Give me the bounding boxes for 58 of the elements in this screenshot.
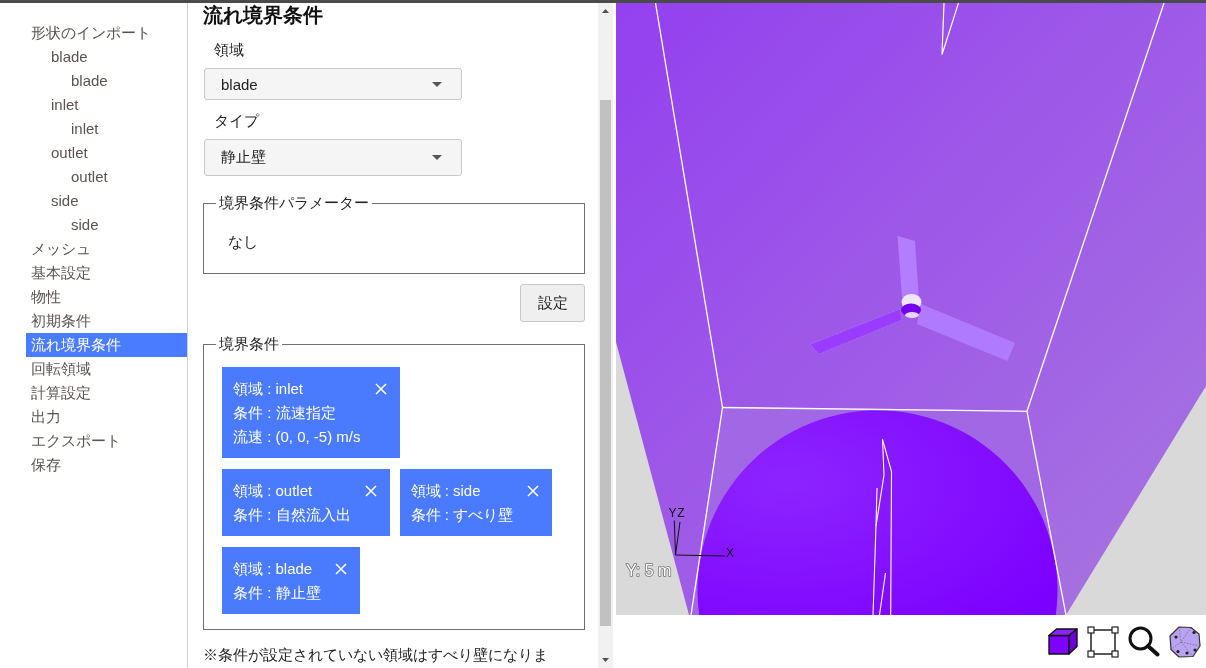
- axis-label: X: [726, 546, 734, 560]
- sidebar-item[interactable]: メッシュ: [26, 237, 187, 261]
- sidebar-item[interactable]: inlet: [26, 93, 187, 117]
- type-select[interactable]: 静止壁: [204, 139, 462, 176]
- field-label: 領域: [213, 40, 244, 60]
- sidebar-item[interactable]: blade: [26, 69, 187, 93]
- mesh-line: [941, 3, 960, 56]
- sidebar-item[interactable]: inlet: [26, 117, 187, 141]
- condition-text: 領域 : blade: [233, 559, 314, 579]
- sidebar-item[interactable]: blade: [26, 45, 187, 69]
- bounding-box-icon[interactable]: [1087, 625, 1119, 658]
- close-icon[interactable]: [527, 485, 540, 497]
- sidebar-item[interactable]: 形状のインポート: [26, 21, 187, 45]
- sidebar-item[interactable]: side: [26, 213, 187, 237]
- axes-icon: [673, 520, 726, 557]
- parameters-text: なし: [228, 232, 258, 252]
- condition-text: 領域 : side: [410, 481, 482, 501]
- sidebar-item[interactable]: outlet: [26, 165, 187, 189]
- scroll-down-icon[interactable]: [602, 658, 609, 662]
- axis-label: Y: [668, 506, 677, 520]
- condition-text: 条件 : 静止壁: [233, 583, 321, 603]
- note-text: ※条件が設定されていない領域はすべり壁になりま: [203, 645, 548, 665]
- condition-text: 条件 : 流速指定: [233, 403, 337, 423]
- sidebar-item[interactable]: 保存: [26, 453, 187, 477]
- sidebar-item[interactable]: 初期条件: [26, 309, 187, 333]
- sidebar-item[interactable]: 基本設定: [26, 261, 187, 285]
- scrollbar-thumb[interactable]: [600, 100, 611, 626]
- caret-icon: [432, 81, 442, 87]
- polyhedron-icon[interactable]: [1169, 625, 1201, 658]
- axis-label: Z: [677, 506, 685, 520]
- condition-text: 領域 : inlet: [233, 379, 305, 399]
- sidebar-item[interactable]: 回転領域: [26, 357, 187, 381]
- condition-text: 領域 : outlet: [233, 481, 314, 501]
- sidebar-item[interactable]: 物性: [26, 285, 187, 309]
- condition-text: 流速 : (0, 0, -5) m/s: [233, 427, 361, 447]
- search-icon[interactable]: [1128, 626, 1160, 657]
- close-icon[interactable]: [374, 383, 387, 395]
- condition-text: 条件 : すべり壁: [410, 505, 514, 525]
- scale-label: Y: 5 m: [626, 561, 672, 579]
- page-title: 流れ境界条件: [203, 3, 323, 27]
- cube-icon[interactable]: [1048, 628, 1078, 655]
- sidebar-item[interactable]: 計算設定: [26, 381, 187, 405]
- group-legend: 境界条件パラメーター: [216, 191, 372, 215]
- condition-text: 条件 : 自然流入出: [233, 505, 351, 525]
- close-icon[interactable]: [334, 563, 347, 575]
- sidebar-item[interactable]: side: [26, 189, 187, 213]
- 3d-viewport[interactable]: YZ X Y: 5 m: [616, 3, 1206, 615]
- group-legend: 境界条件: [216, 332, 282, 356]
- set-button[interactable]: 設定: [520, 284, 585, 322]
- scroll-up-icon[interactable]: [602, 9, 609, 13]
- region-select[interactable]: blade: [204, 68, 462, 100]
- sidebar-item[interactable]: outlet: [26, 141, 187, 165]
- field-label: タイプ: [213, 111, 259, 131]
- sidebar-item[interactable]: エクスポート: [26, 429, 187, 453]
- sidebar-item[interactable]: 流れ境界条件: [26, 333, 187, 357]
- sidebar-item[interactable]: 出力: [26, 405, 187, 429]
- close-icon[interactable]: [364, 485, 377, 497]
- caret-icon: [432, 155, 442, 160]
